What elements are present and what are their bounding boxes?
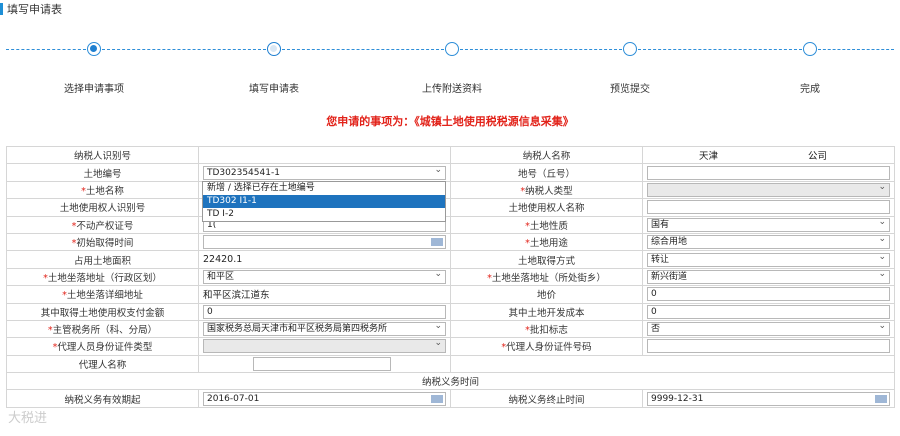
land-no-select[interactable]: TD302354541-1 (203, 165, 446, 180)
agent-id-type-label: 代理人员身份证件类型 (57, 342, 153, 354)
step-progress (0, 38, 900, 62)
step-node-4 (623, 42, 637, 56)
dev-cost-label: 其中土地开发成本 (450, 302, 643, 321)
tax-office-label: 主管税务所（科、分局） (52, 325, 158, 337)
dropdown-option[interactable]: 新增 / 选择已存在土地编号 (203, 182, 445, 195)
step-node-1 (87, 42, 101, 56)
land-use-select[interactable]: 综合用地 (647, 235, 890, 250)
taxpayer-name-label: 纳税人名称 (450, 145, 643, 165)
user-name-input[interactable] (647, 200, 890, 215)
use-fee-input[interactable]: 0 (203, 304, 446, 319)
property-cert-label: 不动产权证号 (76, 220, 134, 232)
step-label-4: 预览提交 (610, 84, 650, 95)
tax-office-select[interactable]: 国家税务总局天津市和平区税务局第四税务所 (203, 322, 446, 337)
user-id-label: 土地使用权人识别号 (6, 198, 199, 217)
acquire-method-label: 土地取得方式 (450, 250, 643, 269)
land-no-dropdown: 新增 / 选择已存在土地编号 TD302 I1-1 TD I-2 (202, 181, 446, 222)
page-title: 填写申请表 (7, 3, 62, 16)
dev-cost-input[interactable]: 0 (647, 304, 890, 319)
taxpayer-name-value: 天津 公司 (642, 145, 895, 165)
agent-name-input[interactable] (253, 356, 391, 371)
period-start-label: 纳税义务有效期起 (6, 389, 199, 408)
land-no-label: 土地编号 (6, 163, 199, 182)
step-node-5 (803, 42, 817, 56)
use-fee-label: 其中取得土地使用权支付金额 (6, 302, 199, 321)
address-street-select[interactable]: 新兴街道 (647, 269, 890, 284)
address-district-label: 土地坐落地址（行政区划） (47, 272, 162, 284)
approve-flag-select[interactable]: 否 (647, 322, 890, 337)
agent-id-no-input[interactable] (647, 339, 890, 354)
area-label: 占用土地面积 (6, 250, 199, 269)
step-label-1: 选择申请事项 (64, 84, 124, 95)
area-value: 22420.1 (203, 254, 243, 266)
taxpayer-id-label: 纳税人识别号 (6, 145, 199, 165)
step-line (282, 49, 444, 50)
land-nature-label: 土地性质 (529, 220, 568, 232)
address-detail-label: 土地坐落详细地址 (66, 290, 143, 302)
taxpayer-type-select[interactable] (647, 182, 890, 197)
land-use-label: 土地用途 (529, 238, 568, 250)
step-label-2: 填写申请表 (249, 84, 299, 95)
period-start-date[interactable]: 2016-07-01 (203, 391, 446, 406)
taxpayer-id-value (198, 145, 451, 165)
land-name-label: 土地名称 (85, 185, 124, 197)
step-line (102, 49, 266, 50)
address-street-label: 土地坐落地址（所处街乡） (491, 272, 606, 284)
step-line (6, 49, 86, 50)
address-detail-value: 和平区滨江道东 (203, 290, 270, 302)
period-end-label: 纳税义务终止时间 (450, 389, 643, 408)
application-form: 纳税人识别号 纳税人名称 天津 公司 土地编号 TD302354541-1 地号（… (6, 145, 895, 408)
step-label-3: 上传附送资料 (422, 84, 482, 95)
taxpayer-name-part-a: 天津 (699, 151, 719, 163)
dropdown-option[interactable]: TD I-2 (203, 208, 445, 221)
land-price-input[interactable]: 0 (647, 287, 890, 302)
period-end-date[interactable]: 9999-12-31 (647, 391, 890, 406)
section-marker (0, 3, 3, 15)
step-line (638, 49, 802, 50)
section-header: 填写申请表 (0, 2, 62, 16)
step-node-3 (445, 42, 459, 56)
step-line (818, 49, 894, 50)
taxpayer-name-part-b: 公司 (808, 151, 828, 163)
acquire-method-select[interactable]: 转让 (647, 252, 890, 267)
land-price-label: 地价 (450, 285, 643, 304)
agent-name-label: 代理人名称 (6, 354, 199, 374)
agent-id-type-select[interactable] (203, 339, 446, 354)
address-district-select[interactable]: 和平区 (203, 269, 446, 284)
application-notice: 您申请的事项为：《城镇土地使用税税源信息采集》 (326, 115, 574, 128)
approve-flag-label: 批扣标志 (529, 325, 568, 337)
taxpayer-type-label: 纳税人类型 (525, 185, 573, 197)
land-nature-select[interactable]: 国有 (647, 217, 890, 232)
agent-id-no-label: 代理人身份证件号码 (506, 342, 592, 354)
user-name-label: 土地使用权人名称 (450, 198, 643, 217)
plot-no-label: 地号（丘号） (450, 163, 643, 182)
tax-period-header: 纳税义务时间 (6, 372, 895, 391)
step-line (460, 49, 622, 50)
step-label-5: 完成 (800, 84, 820, 95)
agent-name-blank (450, 354, 895, 374)
watermark: 大税进 (8, 411, 48, 426)
acquire-time-label: 初始取得时间 (76, 238, 134, 250)
acquire-time-date[interactable] (203, 235, 446, 250)
step-node-2 (267, 42, 281, 56)
plot-no-input[interactable] (647, 165, 890, 180)
dropdown-option-selected[interactable]: TD302 I1-1 (203, 195, 445, 208)
